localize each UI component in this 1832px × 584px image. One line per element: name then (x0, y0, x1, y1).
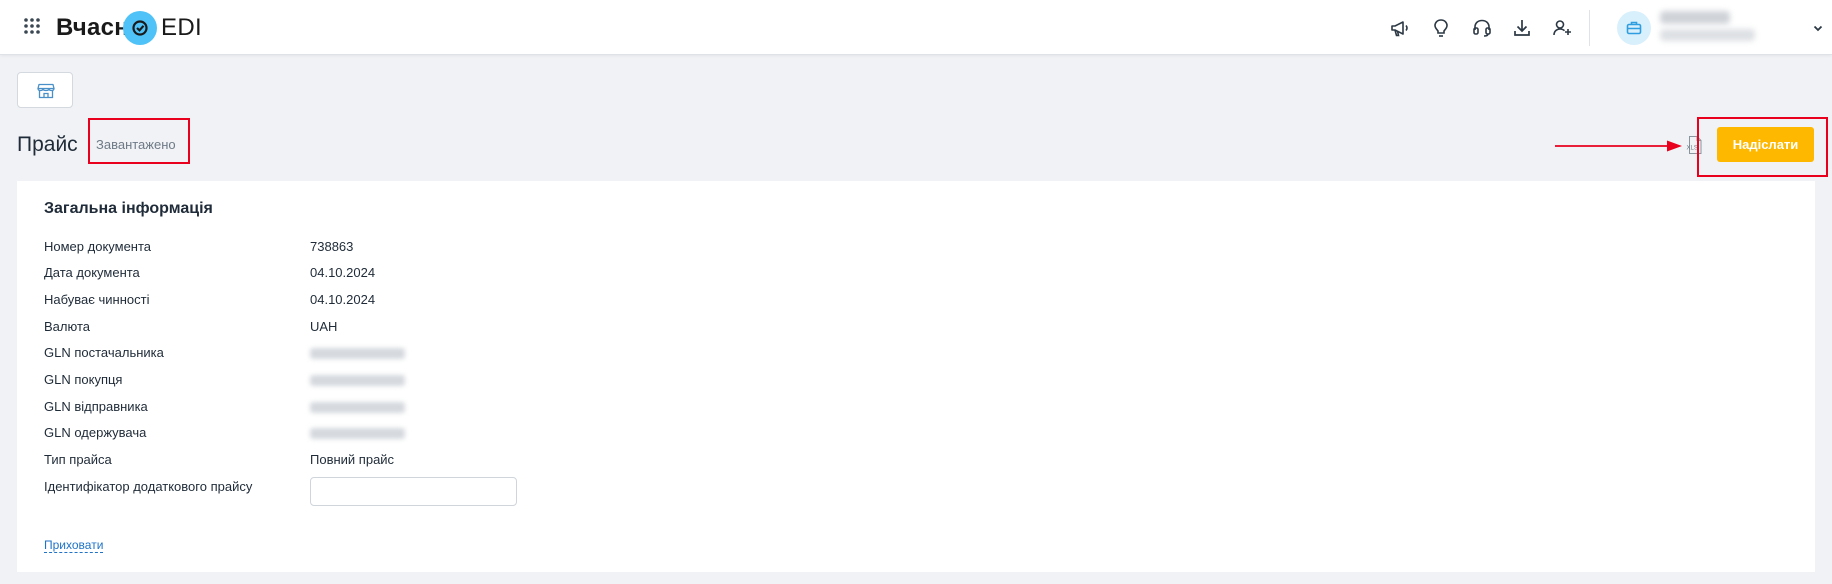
value-gln-buyer-redacted (310, 375, 405, 386)
value-currency: UAH (310, 319, 338, 334)
header-divider (1589, 10, 1590, 46)
status-badge: Завантажено (96, 137, 176, 152)
logo-text-right: EDI (161, 14, 202, 41)
label-gln-sender: GLN відправника (44, 399, 148, 414)
label-document-number: Номер документа (44, 239, 152, 254)
store-button[interactable] (17, 72, 73, 108)
label-gln-buyer: GLN покупця (44, 372, 123, 387)
section-title: Загальна інформація (44, 200, 213, 217)
headset-icon[interactable] (1471, 17, 1493, 39)
account-name-redacted (1660, 11, 1730, 24)
hide-link[interactable]: Приховати (44, 538, 104, 553)
company-avatar[interactable] (1617, 11, 1651, 45)
account-company-redacted (1660, 29, 1755, 41)
chevron-down-icon[interactable] (1812, 22, 1824, 34)
vchasno-edi-logo[interactable]: Вчасн EDI (56, 11, 202, 45)
logo-check-icon (123, 11, 158, 45)
page-title: Прайс (17, 133, 78, 156)
annotation-arrow-icon (1555, 140, 1682, 152)
value-document-number: 738863 (310, 239, 354, 254)
logo-text-left: Вчасн (56, 14, 130, 41)
store-icon (37, 83, 55, 99)
add-user-icon[interactable] (1551, 17, 1573, 39)
value-price-type: Повний прайс (310, 452, 395, 467)
top-header: Вчасн EDI (0, 0, 1832, 55)
label-currency: Валюта (44, 319, 90, 334)
label-additional-price-id: Ідентифікатор додаткового прайсу (44, 479, 253, 494)
value-document-date: 04.10.2024 (310, 265, 376, 280)
value-effective-date: 04.10.2024 (310, 292, 376, 307)
general-info-card: Загальна інформація Номер документа 7388… (17, 181, 1815, 572)
megaphone-icon[interactable] (1389, 17, 1411, 39)
value-gln-sender-redacted (310, 402, 405, 413)
value-gln-supplier-redacted (310, 348, 405, 359)
label-effective-date: Набуває чинності (44, 292, 150, 307)
label-gln-supplier: GLN постачальника (44, 345, 164, 360)
lightbulb-icon[interactable] (1430, 17, 1452, 39)
apps-grid-icon[interactable] (23, 17, 41, 35)
label-gln-recipient: GLN одержувача (44, 425, 147, 440)
download-icon[interactable] (1511, 17, 1533, 39)
label-price-type: Тип прайса (44, 452, 112, 467)
additional-price-id-input[interactable] (310, 477, 517, 506)
value-gln-recipient-redacted (310, 428, 405, 439)
briefcase-icon (1626, 21, 1642, 35)
label-document-date: Дата документа (44, 265, 140, 280)
send-button[interactable]: Надіслати (1717, 127, 1814, 162)
